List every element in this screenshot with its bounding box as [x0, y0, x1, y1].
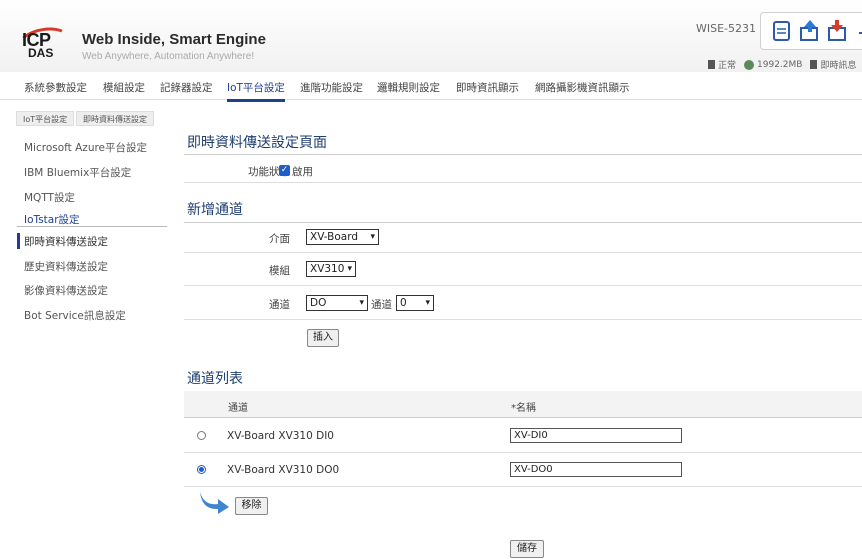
add-channel-title: 新增通道 [187, 202, 243, 218]
save-button[interactable]: 儲存 [510, 540, 544, 558]
sidebar-item-azure[interactable]: Microsoft Azure平台設定 [24, 140, 147, 155]
breadcrumb-realtime-transfer[interactable]: 即時資料傳送設定 [76, 111, 154, 126]
row-select-radio[interactable] [197, 431, 206, 440]
channel-number-label: 通道 [371, 299, 392, 311]
sidebar-active-marker [17, 233, 20, 249]
nav-realtime-info[interactable]: 即時資訊顯示 [456, 80, 519, 95]
download-icon[interactable] [827, 19, 849, 43]
sidebar-divider [17, 226, 167, 227]
breadcrumb-iot-platform[interactable]: IoT平台設定 [16, 111, 75, 126]
divider [184, 154, 862, 155]
divider [184, 452, 862, 453]
chevron-down-icon: ▾ [359, 298, 364, 308]
nav-system-settings[interactable]: 系統參數設定 [24, 80, 87, 95]
divider [184, 222, 862, 223]
sidebar-item-mqtt[interactable]: MQTT設定 [24, 190, 75, 205]
sidebar-item-bluemix[interactable]: IBM Bluemix平台設定 [24, 165, 131, 180]
message-text: 即時訊息 [820, 61, 857, 71]
insert-button[interactable]: 插入 [307, 329, 339, 347]
enable-checkbox[interactable]: ✓ [279, 165, 290, 176]
message-icon [810, 60, 818, 69]
column-header-name: *名稱 [511, 403, 536, 414]
divider [184, 252, 862, 253]
interface-select[interactable]: XV-Board ▾ [306, 229, 379, 245]
interface-label: 介面 [269, 233, 290, 245]
module-select[interactable]: XV310 ▾ [306, 261, 356, 277]
chevron-down-icon: ▾ [370, 232, 375, 242]
toolbar [760, 12, 862, 50]
row-channel: XV-Board XV310 DI0 [227, 430, 334, 442]
row-name-input[interactable]: XV-DO0 [510, 462, 682, 477]
sidebar-item-realtime-transfer[interactable]: 即時資料傳送設定 [24, 234, 108, 249]
status-bar: 正常 1992.2MB 即時訊息 [708, 58, 856, 71]
interface-value: XV-Board [310, 231, 359, 243]
sidebar-item-image-transfer[interactable]: 影像資料傳送設定 [24, 283, 108, 298]
column-header-channel: 通道 [228, 403, 248, 414]
nav-logic-rules[interactable]: 邏輯規則設定 [377, 80, 440, 95]
channel-type-value: DO [310, 297, 327, 309]
row-select-radio[interactable] [197, 465, 206, 474]
channel-list-title: 通道列表 [187, 371, 243, 387]
enable-checkbox-label: 啟用 [292, 166, 313, 178]
channel-number-select[interactable]: 0 ▾ [396, 295, 434, 311]
brand-title: Web Inside, Smart Engine [82, 31, 266, 48]
header: ICP DAS Web Inside, Smart Engine Web Any… [0, 0, 862, 72]
sidebar-item-bot-service[interactable]: Bot Service訊息設定 [24, 308, 126, 323]
divider [184, 417, 862, 418]
channel-type-select[interactable]: DO ▾ [306, 295, 368, 311]
nav-iot-platform-settings[interactable]: IoT平台設定 [227, 80, 285, 102]
document-icon[interactable] [771, 19, 793, 43]
nav-module-settings[interactable]: 模組設定 [103, 80, 145, 95]
nav-logger-settings[interactable]: 記錄器設定 [160, 80, 213, 95]
memory-text: 1992.2MB [757, 59, 803, 70]
row-name-input[interactable]: XV-DI0 [510, 428, 682, 443]
realtime-message-link[interactable]: 即時訊息 [810, 58, 856, 71]
status-icon [708, 60, 715, 69]
main-nav: 系統參數設定 模組設定 記錄器設定 IoT平台設定 進階功能設定 邏輯規則設定 … [0, 72, 862, 102]
icp-das-logo: ICP DAS [15, 23, 73, 64]
sidebar-item-history-transfer[interactable]: 歷史資料傳送設定 [24, 259, 108, 274]
device-model: WISE-5231 [696, 22, 757, 35]
nav-advanced-settings[interactable]: 進階功能設定 [300, 80, 363, 95]
row-channel: XV-Board XV310 DO0 [227, 464, 340, 476]
status-text: 正常 [718, 61, 737, 71]
channel-number-value: 0 [400, 297, 407, 309]
remove-button[interactable]: 移除 [235, 497, 268, 515]
module-label: 模組 [269, 265, 290, 277]
divider [184, 486, 862, 487]
logout-icon[interactable] [855, 19, 862, 43]
curved-arrow-icon [198, 490, 232, 514]
chevron-down-icon: ▾ [425, 298, 430, 308]
breadcrumb: IoT平台設定 即時資料傳送設定 [0, 108, 862, 128]
sidebar-item-iotstar[interactable]: IoTstar設定 [24, 212, 80, 227]
upload-icon[interactable] [799, 19, 821, 43]
memory-icon [744, 59, 755, 70]
page-title: 即時資料傳送設定頁面 [187, 135, 327, 151]
chevron-down-icon: ▾ [347, 264, 352, 274]
logo-das-text: DAS [28, 46, 54, 60]
module-value: XV310 [310, 263, 345, 275]
brand-subtitle: Web Anywhere, Automation Anywhere! [82, 51, 255, 62]
nav-camera-info[interactable]: 網路攝影機資訊顯示 [535, 80, 630, 95]
divider [184, 285, 862, 286]
divider [184, 319, 862, 320]
channel-label: 通道 [269, 299, 290, 311]
divider [184, 182, 862, 183]
